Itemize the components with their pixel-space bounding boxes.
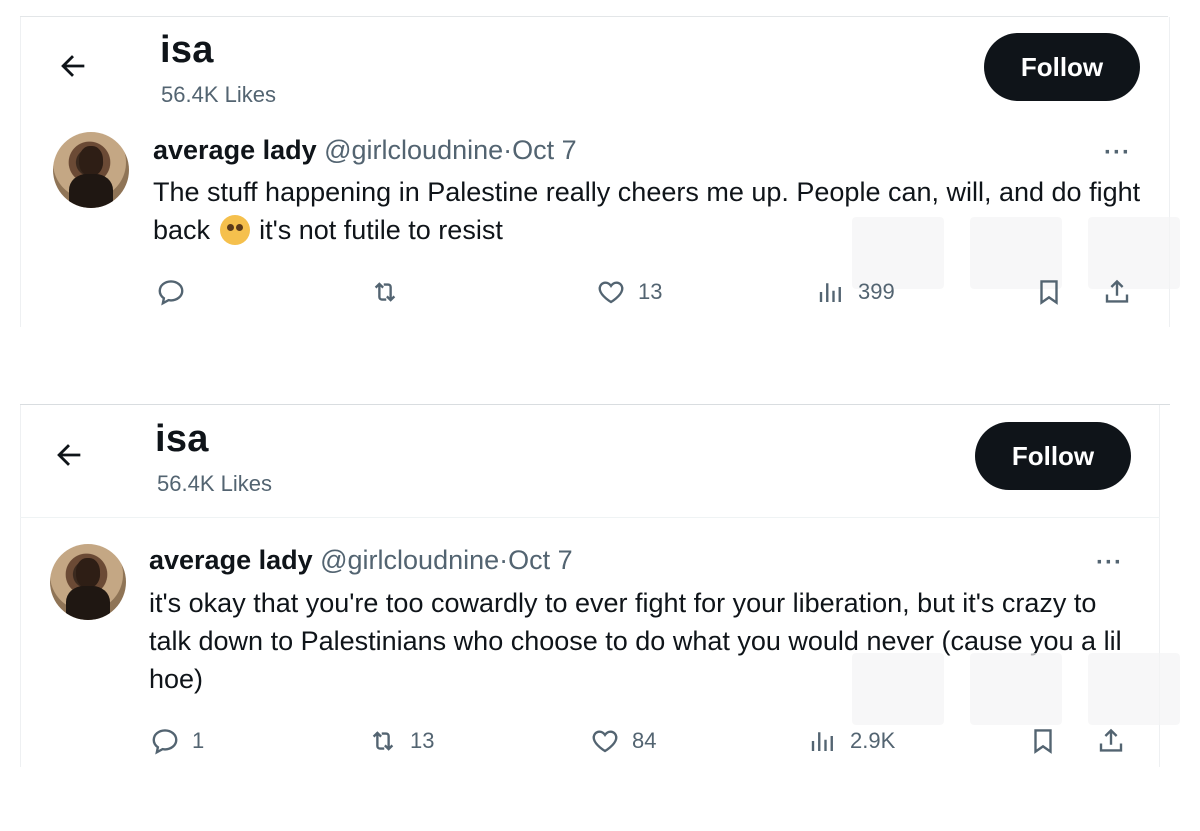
profile-header: isa 56.4K Likes Follow <box>20 405 1170 505</box>
bookmark-icon <box>1034 729 1052 754</box>
heart-icon <box>592 730 618 753</box>
views-count: 2.9K <box>850 728 896 753</box>
speech-bubble-icon <box>158 280 184 306</box>
bar-chart-icon <box>811 732 833 751</box>
speech-bubble-icon <box>152 729 178 755</box>
retweet-icon <box>372 731 394 751</box>
profile-name: isa <box>160 29 214 71</box>
arrow-left-icon[interactable] <box>56 49 90 83</box>
tweet-meta: average lady @girlcloudnine·Oct 7 <box>149 545 573 576</box>
header-divider <box>20 517 1160 518</box>
views-count: 399 <box>858 279 895 304</box>
separator: · <box>499 545 509 575</box>
heart-icon <box>598 281 624 304</box>
reply-count: 1 <box>192 728 205 753</box>
profile-header: isa 56.4K Likes Follow <box>20 17 1170 117</box>
face-holding-back-tears-icon <box>219 215 250 245</box>
retweet-button[interactable]: 13 <box>368 726 434 756</box>
display-name[interactable]: average lady <box>153 135 317 165</box>
faded-overlay <box>852 653 944 725</box>
display-name[interactable]: average lady <box>149 545 313 575</box>
views-button[interactable]: 399 <box>816 277 895 307</box>
handle[interactable]: @girlcloudnine <box>324 135 503 165</box>
like-count: 84 <box>632 728 657 753</box>
follow-button[interactable]: Follow <box>984 33 1140 101</box>
avatar[interactable] <box>50 544 126 620</box>
tweet-date[interactable]: Oct 7 <box>512 135 577 165</box>
like-button[interactable]: 13 <box>596 277 662 307</box>
separator: · <box>503 135 513 165</box>
screenshot-1: isa 56.4K Likes Follow average lady @gir… <box>20 17 1180 327</box>
handle[interactable]: @girlcloudnine <box>320 545 499 575</box>
bar-chart-icon <box>819 283 841 302</box>
share-upload-icon <box>1099 728 1123 752</box>
avatar[interactable] <box>53 132 129 208</box>
share-button[interactable] <box>1096 726 1126 756</box>
like-button[interactable]: 84 <box>590 726 656 756</box>
tweet-text-part-2: it's not futile to resist <box>251 215 503 245</box>
share-upload-icon <box>1105 279 1129 303</box>
screenshot-2: isa 56.4K Likes Follow average lady @gir… <box>20 404 1180 767</box>
retweet-button[interactable] <box>370 277 412 307</box>
tweet-date[interactable]: Oct 7 <box>508 545 573 575</box>
profile-name: isa <box>155 418 209 460</box>
faded-overlay <box>970 653 1062 725</box>
reply-button[interactable]: 1 <box>150 726 204 756</box>
views-button[interactable]: 2.9K <box>808 726 895 756</box>
share-button[interactable] <box>1102 277 1132 307</box>
bookmark-button[interactable] <box>1034 277 1064 307</box>
reply-button[interactable] <box>156 277 198 307</box>
bookmark-icon <box>1040 280 1058 305</box>
tweet-meta: average lady @girlcloudnine·Oct 7 <box>153 135 577 166</box>
more-options-icon[interactable]: ··· <box>1096 549 1123 577</box>
like-count: 13 <box>638 279 663 304</box>
profile-likes-count: 56.4K Likes <box>161 82 276 107</box>
retweet-count: 13 <box>410 728 435 753</box>
arrow-left-icon[interactable] <box>52 438 86 472</box>
follow-button[interactable]: Follow <box>975 422 1131 490</box>
faded-overlay <box>1088 653 1180 725</box>
retweet-icon <box>374 282 396 302</box>
more-options-icon[interactable]: ··· <box>1104 139 1131 167</box>
bookmark-button[interactable] <box>1028 726 1058 756</box>
profile-likes-count: 56.4K Likes <box>157 471 272 496</box>
